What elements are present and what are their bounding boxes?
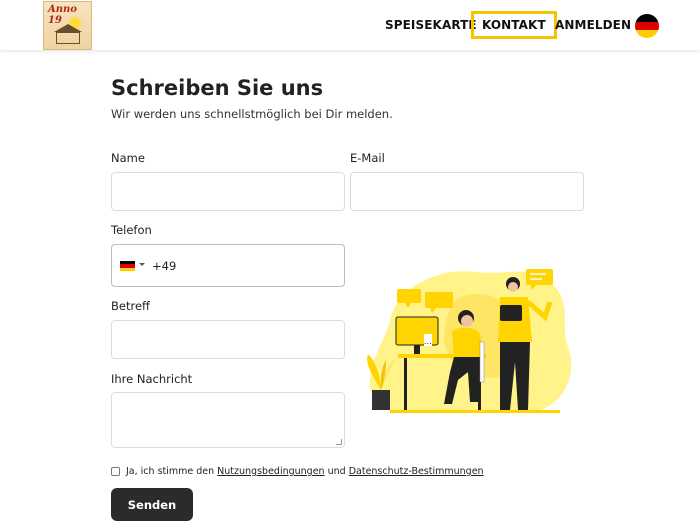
email-input[interactable]: [350, 172, 584, 211]
privacy-link[interactable]: Datenschutz-Bestimmungen: [349, 466, 484, 477]
site-header: Anno 19 SPEISEKARTE KONTAKT ANMELDEN: [0, 0, 700, 50]
nav-anmelden[interactable]: ANMELDEN: [555, 0, 631, 50]
send-button[interactable]: Senden: [111, 488, 193, 521]
email-label: E-Mail: [350, 151, 385, 165]
phone-country-code: +49: [152, 259, 177, 273]
page-subtitle: Wir werden uns schnellstmöglich bei Dir …: [111, 107, 393, 121]
name-label: Name: [111, 151, 145, 165]
consent-checkbox[interactable]: [111, 467, 120, 476]
terms-link[interactable]: Nutzungsbedingungen: [217, 466, 324, 477]
message-label: Ihre Nachricht: [111, 372, 193, 386]
message-textarea[interactable]: [111, 392, 345, 448]
page-title: Schreiben Sie uns: [111, 76, 324, 100]
nav-speisekarte[interactable]: SPEISEKARTE: [385, 0, 477, 50]
subject-input[interactable]: [111, 320, 345, 359]
house-icon: [56, 32, 80, 44]
svg-text:...: ...: [424, 337, 432, 346]
chevron-down-icon[interactable]: [139, 263, 145, 266]
phone-label: Telefon: [111, 223, 152, 237]
consent-text: Ja, ich stimme den Nutzungsbedingungen u…: [126, 466, 484, 477]
germany-flag-icon[interactable]: [635, 14, 659, 38]
nav-kontakt[interactable]: KONTAKT: [471, 11, 557, 39]
name-input[interactable]: [111, 172, 345, 211]
consent-prefix: Ja, ich stimme den: [126, 466, 218, 477]
phone-input[interactable]: +49: [111, 244, 345, 287]
germany-flag-icon[interactable]: [120, 261, 135, 271]
consent-middle: und: [324, 466, 349, 477]
restaurant-logo[interactable]: Anno 19: [43, 1, 92, 50]
subject-label: Betreff: [111, 299, 150, 313]
roof-icon: [54, 24, 82, 32]
support-team-illustration: ...: [367, 269, 572, 413]
resize-handle-icon[interactable]: [336, 439, 342, 445]
